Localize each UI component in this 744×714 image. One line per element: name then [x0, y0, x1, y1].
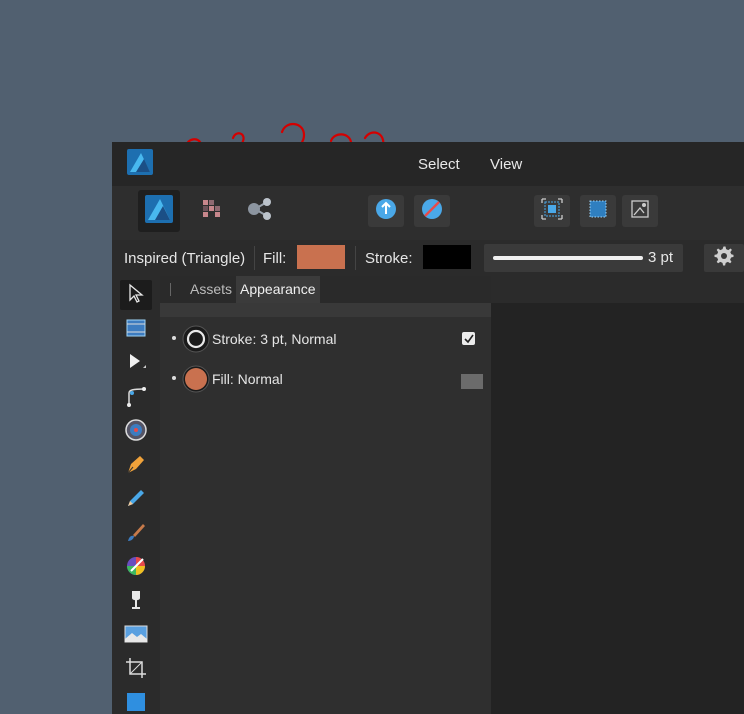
- canvas-tab-strip: [491, 276, 744, 303]
- fill-color-swatch[interactable]: [297, 245, 345, 269]
- artboard-tool-button[interactable]: [120, 315, 152, 345]
- color-picker-icon: [125, 555, 147, 582]
- document-canvas[interactable]: [491, 276, 744, 714]
- designer-persona-button[interactable]: [138, 190, 180, 232]
- snap-grid-button[interactable]: [580, 195, 616, 227]
- stroke-row-label: Stroke: 3 pt, Normal: [212, 331, 337, 347]
- node-tool-button[interactable]: [120, 349, 152, 379]
- point-transform-button[interactable]: [120, 417, 152, 447]
- menu-select[interactable]: Select: [418, 156, 460, 173]
- bullet: [172, 376, 176, 380]
- rectangle-tool-icon: [125, 691, 147, 714]
- app-window: Select View Inspired (Triangle) Fill: St…: [112, 142, 744, 714]
- fill-row-label: Fill: Normal: [212, 371, 283, 387]
- tab-appearance[interactable]: Appearance: [236, 276, 320, 303]
- export-persona-button[interactable]: [242, 195, 278, 227]
- stroke-label: Stroke:: [365, 250, 413, 267]
- transform-button[interactable]: [622, 195, 658, 227]
- pencil-tool-icon: [125, 487, 147, 514]
- stroke-visibility-checkbox[interactable]: [462, 332, 475, 345]
- align-grid-button[interactable]: [534, 195, 570, 227]
- snap-grid-icon: [586, 197, 610, 226]
- bullet: [172, 336, 176, 340]
- stroke-width-slider[interactable]: 3 pt: [484, 244, 683, 272]
- artboard-tool-icon: [125, 317, 147, 344]
- point-transform-icon: [124, 418, 148, 447]
- panel-header-strip: [160, 303, 491, 317]
- menu-view[interactable]: View: [490, 156, 522, 173]
- stroke-preview-icon: [182, 325, 210, 358]
- gear-icon: [714, 246, 734, 271]
- pixel-persona-icon: [199, 196, 225, 227]
- boolean-add-button[interactable]: [368, 195, 404, 227]
- crop-tool-button[interactable]: [120, 655, 152, 685]
- fill-visibility-toggle[interactable]: [461, 374, 483, 389]
- appearance-panel: Assets Appearance Stroke: 3 pt, Normal F…: [160, 276, 491, 714]
- place-image-icon: [124, 623, 148, 650]
- boolean-subtract-icon: [419, 196, 445, 227]
- pencil-tool-button[interactable]: [120, 485, 152, 515]
- place-image-tool-button[interactable]: [120, 621, 152, 651]
- transparency-tool-button[interactable]: [120, 587, 152, 617]
- pixel-persona-button[interactable]: [194, 195, 230, 227]
- pen-tool-icon: [125, 453, 147, 480]
- vector-brush-icon: [125, 521, 147, 548]
- vector-brush-tool-button[interactable]: [120, 519, 152, 549]
- color-picker-tool-button[interactable]: [120, 553, 152, 583]
- export-persona-icon: [246, 196, 274, 227]
- appearance-stroke-row[interactable]: Stroke: 3 pt, Normal: [160, 321, 491, 357]
- transparency-tool-icon: [125, 589, 147, 616]
- crop-tool-icon: [125, 657, 147, 684]
- move-tool-icon: [127, 283, 145, 308]
- affinity-designer-logo-icon[interactable]: [126, 148, 154, 176]
- appearance-fill-row[interactable]: Fill: Normal: [160, 361, 491, 397]
- divider: [254, 246, 255, 270]
- transform-icon: [628, 197, 652, 226]
- stroke-color-swatch[interactable]: [423, 245, 471, 269]
- shape-name-label: Inspired (Triangle): [124, 250, 246, 267]
- stroke-width-slider-fill: [493, 256, 643, 260]
- pen-tool-button[interactable]: [120, 451, 152, 481]
- corner-tool-button[interactable]: [120, 383, 152, 413]
- move-tool-button[interactable]: [120, 280, 152, 310]
- boolean-add-icon: [373, 196, 399, 227]
- divider: [170, 283, 171, 296]
- fill-preview-icon: [182, 365, 210, 398]
- tab-assets[interactable]: Assets: [186, 276, 236, 303]
- tools-panel: [112, 276, 160, 714]
- menu-bar: Select View: [112, 142, 744, 186]
- designer-persona-icon: [144, 194, 174, 229]
- stroke-width-value: 3 pt: [648, 249, 674, 266]
- align-grid-icon: [540, 197, 564, 226]
- settings-button[interactable]: [704, 244, 744, 272]
- corner-tool-icon: [125, 385, 147, 412]
- node-tool-icon: [125, 351, 147, 378]
- boolean-subtract-button[interactable]: [414, 195, 450, 227]
- panel-tabs: Assets Appearance: [160, 276, 491, 303]
- fill-label: Fill:: [263, 250, 287, 267]
- rectangle-tool-button[interactable]: [120, 689, 152, 714]
- divider: [355, 246, 356, 270]
- context-toolbar: Inspired (Triangle) Fill: Stroke: 3 pt: [112, 240, 744, 277]
- main-toolbar: [112, 186, 744, 240]
